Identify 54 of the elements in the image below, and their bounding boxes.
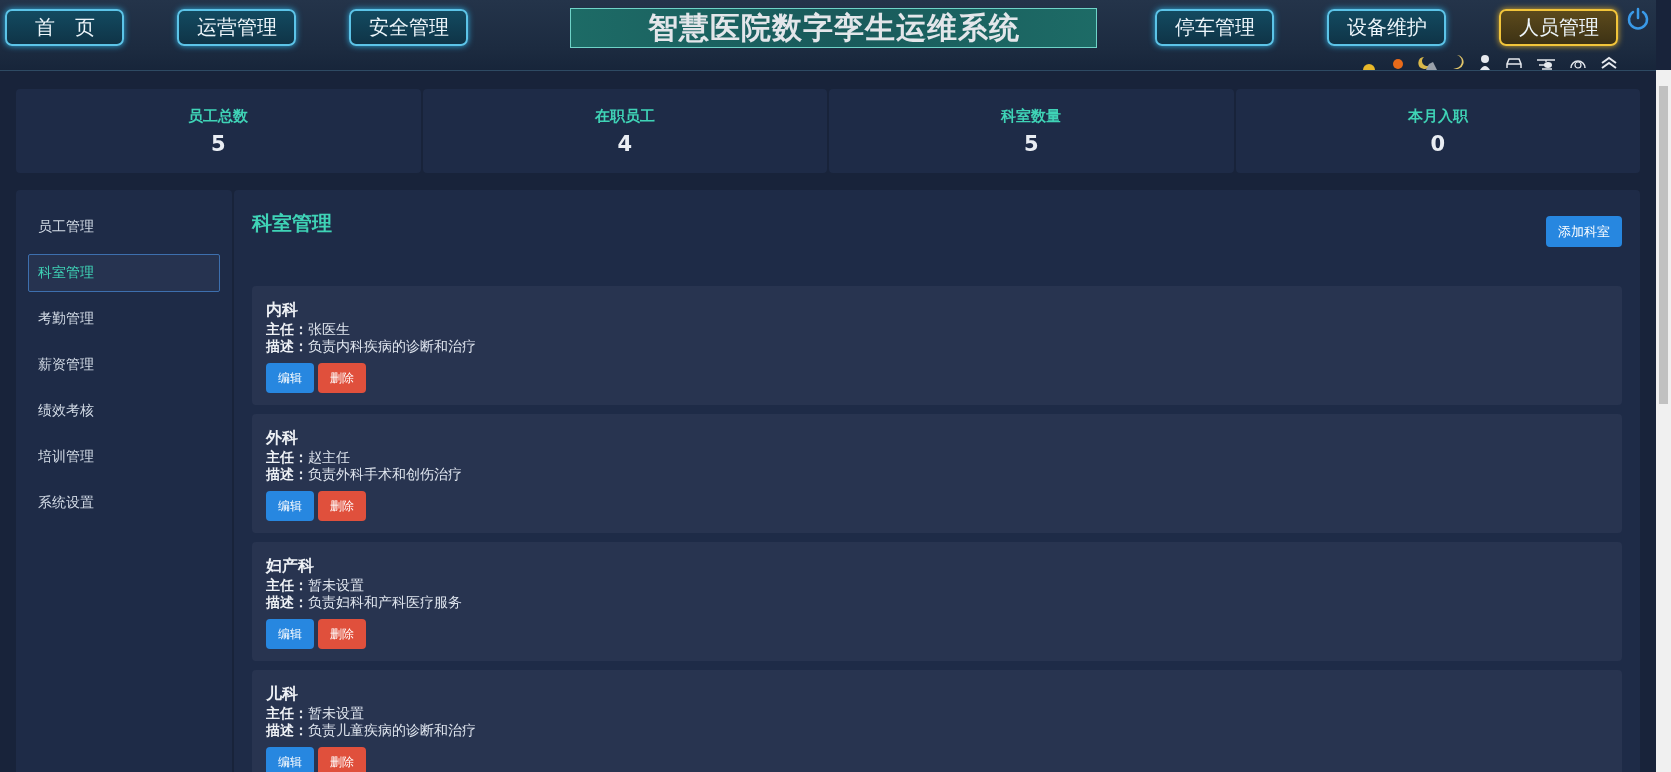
person-icon[interactable] <box>1478 54 1492 70</box>
department-name: 外科 <box>266 428 299 449</box>
scrollbar[interactable] <box>1656 70 1671 772</box>
stat-label: 科室数量 <box>1001 106 1062 126</box>
nav-tab[interactable]: 安全管理 <box>349 9 468 46</box>
stat-value: 4 <box>617 131 633 156</box>
department-head: 主任：暂未设置 <box>266 705 365 722</box>
nav-tab[interactable]: 设备维护 <box>1327 9 1446 46</box>
add-department-button[interactable]: 添加科室 <box>1546 216 1622 247</box>
department-description: 描述：负责内科疾病的诊断和治疗 <box>266 338 477 355</box>
department-description: 描述：负责妇科和产科医疗服务 <box>266 594 463 611</box>
department-head: 主任：暂未设置 <box>266 577 365 594</box>
scrollbar-thumb[interactable] <box>1659 86 1668 404</box>
department-name: 妇产科 <box>266 556 315 577</box>
sidebar-item[interactable]: 员工管理 <box>28 208 220 246</box>
delete-button[interactable]: 删除 <box>318 363 366 393</box>
nav-tab[interactable]: 人员管理 <box>1499 9 1618 46</box>
edit-button[interactable]: 编辑 <box>266 747 314 772</box>
sun-icon[interactable] <box>1391 56 1405 70</box>
stat-label: 在职员工 <box>594 106 655 126</box>
stat-value: 5 <box>210 131 226 156</box>
chevron-up-icon[interactable] <box>1600 56 1618 70</box>
department-name: 儿科 <box>266 684 299 705</box>
stat-value: 5 <box>1023 131 1039 156</box>
edit-button[interactable]: 编辑 <box>266 491 314 521</box>
car-icon[interactable] <box>1505 57 1523 70</box>
edit-button[interactable]: 编辑 <box>266 363 314 393</box>
delete-button[interactable]: 删除 <box>318 619 366 649</box>
power-icon[interactable] <box>1625 6 1651 32</box>
sidebar-item[interactable]: 薪资管理 <box>28 346 220 384</box>
edit-button[interactable]: 编辑 <box>266 619 314 649</box>
moon-cloud-icon[interactable] <box>1418 56 1438 70</box>
department-description: 描述：负责儿童疾病的诊断和治疗 <box>266 722 477 739</box>
delete-button[interactable]: 删除 <box>318 747 366 772</box>
stat-label: 员工总数 <box>188 106 249 126</box>
department-description: 描述：负责外科手术和创伤治疗 <box>266 466 463 483</box>
department-name: 内科 <box>266 300 299 321</box>
nav-tab[interactable]: 运营管理 <box>177 9 296 46</box>
stat-value: 0 <box>1430 131 1446 156</box>
moon-icon[interactable] <box>1451 54 1465 70</box>
helicopter-icon[interactable] <box>1536 58 1556 70</box>
delete-button[interactable]: 删除 <box>318 491 366 521</box>
sidebar-item[interactable]: 绩效考核 <box>28 392 220 430</box>
department-head: 主任：赵主任 <box>266 449 351 466</box>
sidebar-item[interactable]: 系统设置 <box>28 484 220 522</box>
sidebar-item[interactable]: 科室管理 <box>28 254 220 292</box>
stat-label: 本月入职 <box>1407 106 1468 126</box>
sidebar-item[interactable]: 培训管理 <box>28 438 220 476</box>
section-title: 科室管理 <box>252 210 332 237</box>
nav-tab[interactable]: 首 页 <box>5 9 124 46</box>
department-head: 主任：张医生 <box>266 321 351 338</box>
nav-tab[interactable]: 停车管理 <box>1155 9 1274 46</box>
system-title: 智慧医院数字孪生运维系统 <box>570 8 1097 48</box>
sidebar-item[interactable]: 考勤管理 <box>28 300 220 338</box>
